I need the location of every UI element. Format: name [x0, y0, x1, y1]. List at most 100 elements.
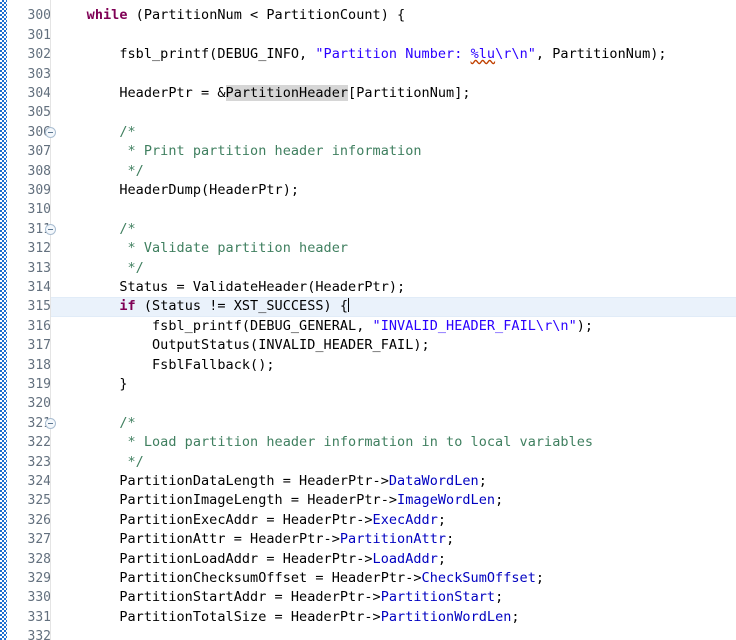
code-line[interactable]: * Validate partition header — [54, 239, 349, 258]
code-token-cmt: * Validate partition header — [54, 240, 349, 257]
code-line[interactable]: PartitionAttr = HeaderPtr->PartitionAttr… — [54, 530, 454, 549]
line-number: 317 — [27, 338, 51, 354]
line-number-gutter: 2993003013023033043053063073083093103113… — [7, 0, 51, 640]
code-line[interactable]: while (PartitionNum < PartitionCount) { — [54, 6, 406, 25]
line-number: 301 — [27, 27, 51, 43]
code-token-plain: OutputStatus(INVALID_HEADER_FAIL); — [54, 337, 430, 354]
line-number: 323 — [27, 454, 51, 470]
annotation-ruler[interactable] — [0, 0, 7, 640]
line-number: 308 — [27, 163, 51, 179]
code-line[interactable]: */ — [54, 453, 144, 472]
line-number: 307 — [27, 144, 51, 160]
code-token-kw: while — [86, 7, 128, 24]
code-line[interactable]: PartitionTotalSize = HeaderPtr->Partitio… — [54, 608, 520, 627]
code-line[interactable]: FsblFallback(); — [54, 356, 275, 375]
code-token-plain: fsbl_printf(DEBUG_GENERAL, — [54, 317, 373, 334]
code-line[interactable]: PartitionImageLength = HeaderPtr->ImageW… — [54, 491, 503, 510]
line-number: 332 — [27, 629, 51, 640]
code-token-plain: Status = ValidateHeader(HeaderPtr); — [54, 279, 406, 295]
line-number: 325 — [27, 493, 51, 509]
line-number: 320 — [27, 396, 51, 412]
line-number: 330 — [27, 590, 51, 606]
code-line[interactable]: PartitionLoadAddr = HeaderPtr->LoadAddr; — [54, 550, 446, 569]
code-line[interactable]: Status = ValidateHeader(HeaderPtr); — [54, 278, 405, 297]
code-editor[interactable]: 2993003013023033043053063073083093103113… — [0, 0, 736, 640]
line-number: 319 — [27, 377, 51, 392]
line-number: 303 — [27, 66, 51, 82]
code-token-plain: PartitionImageLength = HeaderPtr-> — [54, 492, 398, 509]
line-number: 309 — [27, 183, 51, 198]
code-token-plain: ; — [495, 589, 504, 606]
line-number: 305 — [27, 105, 51, 121]
code-token-field: PartitionStart — [380, 589, 496, 606]
code-token-str: "INVALID_HEADER_FAIL\r\n" — [372, 317, 577, 334]
code-line[interactable]: fsbl_printf(DEBUG_GENERAL, "INVALID_HEAD… — [54, 317, 593, 336]
line-number: 322 — [27, 435, 51, 451]
code-token-plain: fsbl_printf(DEBUG_INFO, — [54, 46, 316, 63]
code-token-occ: PartitionHeader — [225, 85, 349, 101]
code-line[interactable]: } — [54, 375, 128, 394]
line-number: 314 — [27, 280, 51, 295]
code-line[interactable]: PartitionStartAddr = HeaderPtr->Partitio… — [54, 588, 503, 607]
code-token-str: \r\n" — [495, 46, 536, 63]
code-token-plain: (Status != XST_SUCCESS) { — [135, 298, 349, 315]
code-token-plain: , PartitionNum); — [535, 46, 667, 63]
code-line[interactable]: /* — [54, 414, 136, 433]
code-token-cmt: /* — [119, 220, 136, 237]
code-token-plain: PartitionTotalSize = HeaderPtr-> — [54, 608, 381, 625]
code-token-field: DataWordLen — [388, 473, 479, 489]
code-token-plain: ; — [478, 473, 487, 489]
line-number: 310 — [27, 202, 51, 218]
line-number: 327 — [27, 532, 51, 548]
code-line[interactable]: if (Status != XST_SUCCESS) { — [54, 297, 349, 316]
code-token-field: PartitionAttr — [339, 531, 447, 548]
code-token-cmt: /* — [119, 123, 136, 140]
line-number: 329 — [27, 571, 51, 586]
code-token-cmt: */ — [54, 453, 144, 470]
code-line[interactable]: /* — [54, 123, 136, 142]
code-token-field: LoadAddr — [372, 550, 438, 567]
code-token-plain: PartitionChecksumOffset = HeaderPtr-> — [54, 570, 422, 586]
line-number: 316 — [27, 318, 51, 334]
code-token-plain: [PartitionNum]; — [348, 85, 471, 101]
code-token-plain: ); — [576, 317, 594, 334]
line-number: 318 — [27, 357, 51, 373]
code-token-plain: FsblFallback(); — [54, 356, 275, 373]
code-token-str: "Partition Number: — [315, 46, 471, 63]
code-line[interactable]: PartitionExecAddr = HeaderPtr->ExecAddr; — [54, 511, 446, 530]
code-line[interactable]: * Print partition header information — [54, 142, 422, 161]
code-token-plain: HeaderDump(HeaderPtr); — [54, 182, 300, 198]
code-surface[interactable]: while (PartitionNum < PartitionCount) { … — [51, 0, 736, 640]
code-line[interactable]: PartitionChecksumOffset = HeaderPtr->Che… — [54, 569, 544, 588]
text-caret — [347, 298, 349, 313]
code-line[interactable]: HeaderDump(HeaderPtr); — [54, 181, 299, 200]
code-token-plain: ; — [495, 492, 504, 509]
line-number: 315 — [27, 299, 51, 315]
code-token-squiggle: %lu — [470, 46, 496, 63]
line-number: 313 — [27, 260, 51, 276]
line-number: 331 — [27, 609, 51, 625]
code-token-plain: ; — [437, 511, 447, 528]
code-line[interactable]: HeaderPtr = &PartitionHeader[PartitionNu… — [54, 84, 471, 103]
code-line[interactable]: * Load partition header information in t… — [54, 433, 594, 452]
code-token-plain: PartitionDataLength = HeaderPtr-> — [54, 473, 389, 489]
code-line[interactable]: /* — [54, 220, 136, 239]
line-number: 304 — [27, 86, 51, 101]
code-line[interactable]: OutputStatus(INVALID_HEADER_FAIL); — [54, 336, 430, 355]
code-line[interactable]: fsbl_printf(DEBUG_INFO, "Partition Numbe… — [54, 45, 667, 64]
code-token-field: PartitionWordLen — [380, 608, 512, 625]
code-line[interactable]: PartitionDataLength = HeaderPtr->DataWor… — [54, 472, 487, 491]
code-line[interactable]: */ — [54, 162, 144, 181]
code-token-plain: PartitionExecAddr = HeaderPtr-> — [54, 511, 373, 528]
code-token-plain: (PartitionNum < PartitionCount) { — [127, 7, 406, 24]
code-token-plain: PartitionStartAddr = HeaderPtr-> — [54, 589, 381, 606]
code-token-cmt: * Print partition header information — [54, 143, 422, 160]
code-line[interactable]: */ — [54, 259, 144, 278]
code-token-plain: } — [54, 376, 128, 392]
code-token-cmt: * Load partition header information in t… — [54, 434, 594, 451]
code-token-field: ImageWordLen — [397, 492, 496, 509]
